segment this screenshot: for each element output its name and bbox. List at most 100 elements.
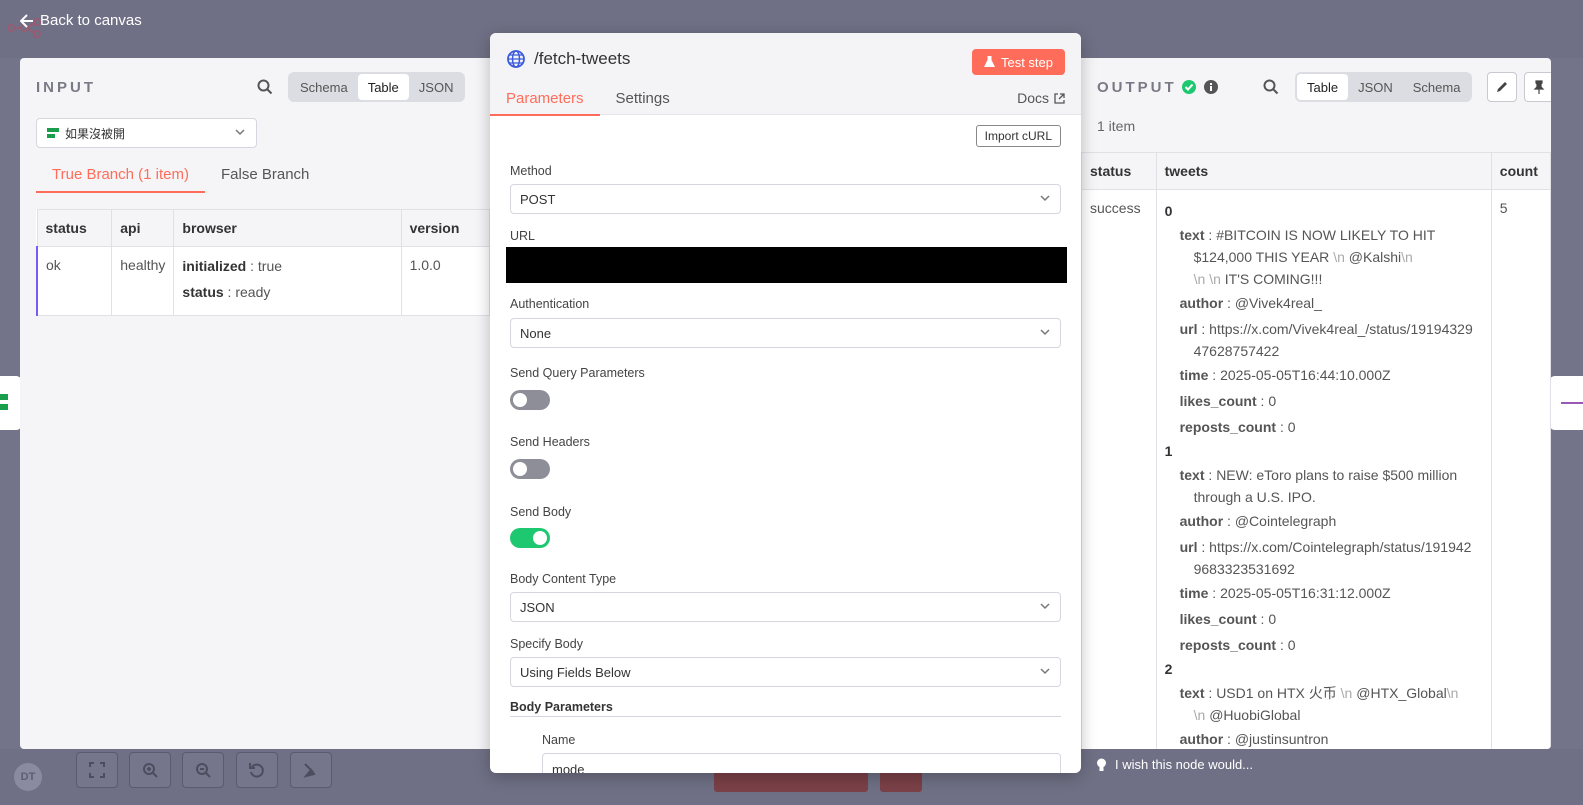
escape-char: \n [1193,707,1206,723]
body-content-type-select[interactable]: JSON [510,592,1061,622]
value: ready [235,284,271,300]
send-headers-toggle[interactable] [510,459,550,479]
column-header: count [1490,152,1551,190]
input-search-button[interactable] [257,79,273,100]
output-node-handle[interactable] [1549,376,1583,430]
column-header: api [111,209,175,247]
cell-status: success [1081,189,1157,749]
tweet-index: 2 [1164,661,1173,677]
output-table: status tweets count success 0 text : #BI… [1081,152,1551,749]
input-view-table[interactable]: Table [357,74,409,100]
tab-parameters[interactable]: Parameters [490,87,600,116]
authentication-select[interactable]: None [510,318,1061,348]
tweet-author: @Vivek4real_ [1234,295,1322,311]
if-node-icon [0,394,8,410]
specify-body-select[interactable]: Using Fields Below [510,657,1061,687]
tab-settings[interactable]: Settings [600,87,686,116]
method-label: Method [510,164,552,178]
table-row: ok healthy initialized : true status : r… [36,246,491,316]
tweet-text: @HuobiGlobal [1209,707,1301,723]
tab-false-branch[interactable]: False Branch [205,160,325,193]
search-icon [257,79,273,95]
zoom-in-button[interactable] [129,752,171,788]
body-parameters-label: Body Parameters [510,700,613,714]
tweet-reposts: 0 [1287,637,1296,653]
chevron-down-icon [1039,326,1051,341]
input-view-json[interactable]: JSON [409,74,464,100]
input-node-label: 如果沒被開 [65,126,126,141]
cell-count: 5 [1490,189,1551,749]
tweet-text: @HTX_Global [1356,685,1447,701]
content-type-value: JSON [520,599,555,615]
node-header: /fetch-tweets Test step Parameters Setti… [490,33,1081,116]
output-view-schema[interactable]: Schema [1403,74,1471,100]
send-query-toggle[interactable] [510,390,550,410]
send-body-toggle[interactable] [510,528,550,548]
feedback-label: I wish this node would... [1115,757,1254,772]
cell-api: healthy [111,246,175,316]
escape-char: \n [1446,685,1459,701]
method-select[interactable]: POST [510,184,1061,214]
column-header: status [1081,152,1157,190]
edit-output-button[interactable] [1487,72,1517,102]
globe-icon [507,50,525,68]
cell-browser: initialized : true status : ready [173,246,402,316]
url-input-redacted[interactable] [506,247,1067,283]
url-label: URL [510,229,536,243]
zoom-out-button[interactable] [182,752,224,788]
tweet-url: 47628757422 [1193,343,1280,359]
execute-workflow-button-bg [714,770,868,792]
input-view-schema[interactable]: Schema [290,74,358,100]
info-icon[interactable] [1204,80,1218,94]
cell-version: 1.0.0 [400,246,491,316]
auth-value: None [520,325,552,341]
search-icon [1263,79,1279,95]
table-header-row: status tweets count [1081,152,1551,190]
input-node-select[interactable]: 如果沒被開 [36,118,257,148]
tweet-time: 2025-05-05T16:31:12.000Z [1220,585,1391,601]
output-search-button[interactable] [1263,79,1279,100]
param-name-input[interactable]: mode [542,753,1061,773]
test-step-button[interactable]: Test step [971,49,1065,75]
back-label: Back to canvas [40,12,142,29]
docs-link[interactable]: Docs [1017,90,1065,106]
pin-data-button[interactable] [1524,72,1551,102]
lightbulb-icon [1097,758,1106,771]
broom-icon [303,763,316,778]
cell-tweets: 0 text : #BITCOIN IS NOW LIKELY TO HIT $… [1155,189,1492,749]
flask-icon [983,56,995,67]
tweet-index: 0 [1164,203,1173,219]
back-to-canvas-link[interactable]: Back to canvas [20,12,142,29]
output-view-json[interactable]: JSON [1348,74,1403,100]
output-view-toggle: Table JSON Schema [1295,72,1473,102]
tidy-up-button[interactable] [290,752,332,788]
arrow-left-icon [20,13,33,28]
tweet-text: through a U.S. IPO. [1193,489,1316,505]
reset-zoom-button[interactable] [236,752,278,788]
test-step-label: Test step [1000,54,1053,70]
fit-view-button[interactable] [76,752,118,788]
tweet-reposts: 0 [1287,419,1296,435]
auth-label: Authentication [510,297,590,311]
import-curl-button[interactable]: Import cURL [975,125,1061,147]
tweet-author: @justinsuntron [1234,731,1329,747]
feedback-link[interactable]: I wish this node would... [1096,757,1253,772]
tweet-text: USD1 on HTX 火币 [1216,685,1341,701]
output-view-table[interactable]: Table [1297,74,1349,100]
input-view-toggle: Schema Table JSON [288,72,466,102]
pencil-icon [1497,82,1507,92]
chevron-down-icon [1039,600,1051,615]
node-title[interactable]: /fetch-tweets [534,49,630,69]
chevron-down-icon [234,126,246,141]
escape-char: \n [1209,271,1221,287]
tab-true-branch[interactable]: True Branch (1 item) [36,160,205,193]
input-title: INPUT [36,79,96,96]
tweet-text: @Kalshi [1348,249,1402,265]
tweet-author: @Cointelegraph [1234,513,1337,529]
avatar[interactable]: DT [14,763,42,791]
column-header: status [36,209,113,247]
input-node-handle[interactable] [0,376,22,430]
escape-char: \n [1340,685,1353,701]
tweet-likes: 0 [1268,393,1277,409]
tweet-text: $124,000 THIS YEAR [1193,249,1334,265]
